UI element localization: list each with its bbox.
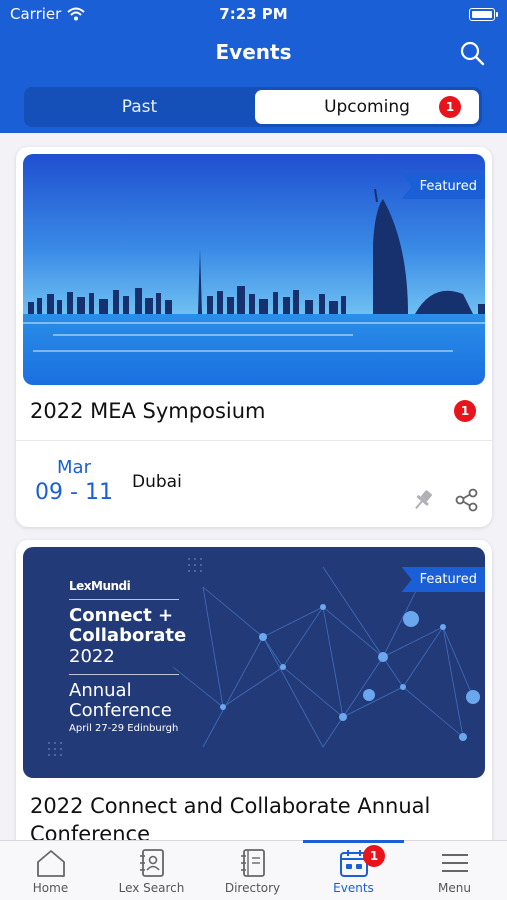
tab-directory-label: Directory — [224, 881, 281, 895]
tab-menu[interactable]: Menu — [404, 841, 505, 900]
upcoming-count-badge: 1 — [439, 96, 461, 118]
banner-year: 2022 — [69, 646, 115, 667]
banner-line1: Connect + — [69, 605, 174, 626]
tab-directory[interactable]: Directory — [202, 841, 303, 900]
top-header: Carrier 7:23 PM Events Past Upcoming 1 — [0, 0, 507, 133]
contact-book-icon — [139, 849, 164, 877]
event-banner-image[interactable]: Featured — [23, 154, 485, 385]
conference-banner-text: LexMundi Connect + Collaborate 2022 Annu… — [69, 579, 186, 734]
featured-ribbon: Featured — [401, 174, 485, 199]
event-title[interactable]: 2022 MEA Symposium — [30, 397, 450, 425]
segment-past-label: Past — [121, 97, 158, 117]
banner-line2: Collaborate — [69, 625, 187, 646]
hamburger-menu-icon — [441, 854, 468, 872]
event-days: 09 - 11 — [35, 480, 113, 505]
pin-icon[interactable] — [410, 487, 436, 513]
status-bar: Carrier 7:23 PM — [0, 0, 507, 28]
bottom-tab-bar: Home Lex Search Directory 1 Events Menu — [0, 840, 507, 900]
segment-upcoming-label: Upcoming — [324, 97, 410, 117]
segment-upcoming[interactable]: Upcoming 1 — [255, 90, 479, 124]
featured-ribbon: Featured — [401, 567, 485, 592]
tab-events-label: Events — [333, 881, 374, 895]
banner-brand: LexMundi — [69, 579, 131, 593]
banner-line3: Annual — [69, 680, 132, 701]
segment-past[interactable]: Past — [27, 90, 252, 124]
banner-dates: April 27-29 Edinburgh — [69, 723, 179, 734]
events-segmented-control: Past Upcoming 1 — [24, 87, 482, 127]
event-notification-badge: 1 — [454, 400, 476, 422]
tab-lex-search-label: Lex Search — [118, 881, 185, 895]
card-divider — [16, 440, 492, 441]
status-time: 7:23 PM — [219, 5, 288, 23]
event-card[interactable]: LexMundi Connect + Collaborate 2022 Annu… — [16, 540, 492, 860]
events-tab-badge: 1 — [363, 845, 385, 867]
tab-events[interactable]: 1 Events — [303, 840, 404, 900]
share-icon[interactable] — [454, 487, 480, 513]
page-title: Events — [215, 40, 292, 64]
banner-rule — [69, 599, 179, 600]
banner-rule — [69, 674, 179, 675]
battery-icon — [469, 8, 498, 21]
event-card[interactable]: Featured 2022 MEA Symposium 1 Mar 09 - 1… — [16, 147, 492, 527]
search-icon[interactable] — [459, 40, 485, 66]
tab-menu-label: Menu — [438, 881, 471, 895]
tab-lex-search[interactable]: Lex Search — [101, 841, 202, 900]
notebook-icon — [240, 849, 265, 877]
event-date: Mar 09 - 11 — [30, 457, 118, 505]
home-icon — [36, 850, 65, 877]
event-month: Mar — [57, 457, 91, 478]
event-banner-image[interactable]: LexMundi Connect + Collaborate 2022 Annu… — [23, 547, 485, 778]
tab-home-label: Home — [32, 881, 69, 895]
event-location: Dubai — [132, 472, 182, 492]
banner-line4: Conference — [69, 700, 172, 721]
tab-home[interactable]: Home — [0, 841, 101, 900]
